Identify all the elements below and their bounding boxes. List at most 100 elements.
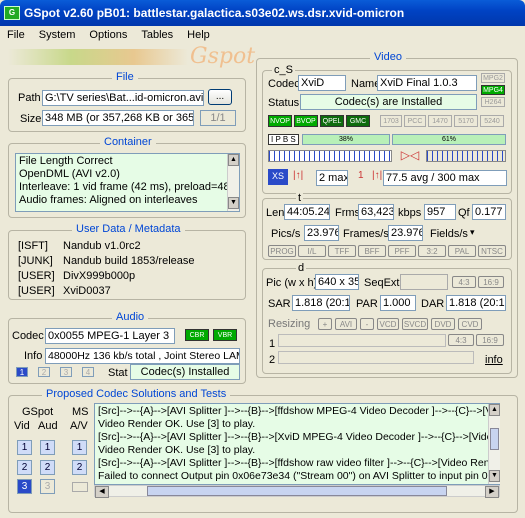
fields-spin-icon[interactable]: ▾ <box>470 227 475 238</box>
aud-test-3-button[interactable]: 3 <box>40 479 55 494</box>
list-item: Failed to connect Output pin 0x06e73e34 … <box>98 470 500 482</box>
ms-test-3-placeholder <box>72 482 88 492</box>
title-bar[interactable]: G GSpot v2.60 pB01: battlestar.galactica… <box>0 0 525 26</box>
aud-test-1-button[interactable]: 1 <box>40 440 55 455</box>
flag-1470: 1470 <box>428 115 452 127</box>
gop-slider-icon[interactable]: ▷◁ <box>396 148 424 164</box>
audio-stream-tab-2[interactable]: 2 <box>38 367 50 377</box>
audio-stream-tab-1[interactable]: 1 <box>16 367 28 377</box>
menu-tables[interactable]: Tables <box>134 29 180 41</box>
audio-info-label: Info <box>24 350 43 362</box>
flag-5240: 5240 <box>480 115 504 127</box>
gop-ticks <box>268 150 392 162</box>
frames-label: Frames/s <box>343 228 389 240</box>
resize-row-1-field <box>278 334 446 347</box>
hscroll-thumb[interactable] <box>147 486 447 496</box>
mode-pff-button[interactable]: PFF <box>388 245 416 257</box>
resize-svcd-button[interactable]: SVCD <box>402 318 428 330</box>
av-column-label: A/V <box>70 420 88 432</box>
sar-label: SAR <box>268 298 291 310</box>
container-list[interactable]: File Length Correct OpenDML (AVI v2.0) I… <box>15 153 240 212</box>
bitrate-field: 77.5 avg / 300 max <box>383 170 507 186</box>
dar-field: 1.818 (20:1 <box>446 295 506 311</box>
mode-pal-button[interactable]: PAL <box>448 245 476 257</box>
scroll-up-icon[interactable]: ▲ <box>228 154 239 166</box>
ms-test-2-button[interactable]: 2 <box>72 460 87 475</box>
mpg2-badge: MPG2 <box>481 73 505 83</box>
resize-vcd-button[interactable]: VCD <box>377 318 399 330</box>
audio-stream-tab-4[interactable]: 4 <box>82 367 94 377</box>
info-link[interactable]: info <box>485 354 503 366</box>
resize-dvd-button[interactable]: DVD <box>431 318 455 330</box>
scroll-left-icon[interactable]: ◀ <box>95 486 109 498</box>
browse-button[interactable]: ... <box>208 89 232 105</box>
vid-test-1-button[interactable]: 1 <box>17 440 32 455</box>
video-name-field: XviD Final 1.0.3 <box>377 75 477 91</box>
tests-hscrollbar[interactable]: ◀ ▶ <box>94 485 500 498</box>
scroll-thumb[interactable] <box>490 428 499 450</box>
mode-prog-button[interactable]: PROG <box>268 245 296 257</box>
resize-avi-button[interactable]: AVI <box>335 318 357 330</box>
qf-field: 0.177 <box>472 204 506 220</box>
video-status-field: Codec(s) are Installed <box>300 94 477 110</box>
d-label: d <box>296 262 307 274</box>
list-item: [Src]-->--{A}-->[AVI Splitter ]-->--{B}-… <box>98 431 500 443</box>
userdata-value: Nandub v1.0rc2 <box>63 240 141 252</box>
pframe-bar-fill: 61% <box>393 135 505 144</box>
qf-label: Qf <box>458 207 470 219</box>
resize-cvd-button[interactable]: CVD <box>458 318 482 330</box>
userdata-key: [ISFT] <box>18 240 48 252</box>
path-field[interactable]: G:\TV series\Bat...id-omicron.avi <box>42 90 204 106</box>
list-item: Video Render OK. Use [3] to play. <box>98 418 256 430</box>
packed-icon: 1 <box>358 170 364 181</box>
aud-test-2-button[interactable]: 2 <box>40 460 55 475</box>
vid-column-label: Vid <box>14 420 30 432</box>
file-group-title: File <box>112 71 138 83</box>
bframe-bar-fill: 38% <box>303 135 389 144</box>
vid-test-2-button[interactable]: 2 <box>17 460 32 475</box>
bframes-max-field: 2 max <box>316 170 348 186</box>
mode-ntsc-button[interactable]: NTSC <box>478 245 506 257</box>
video-codec-field: XviD <box>298 75 346 91</box>
menu-system[interactable]: System <box>32 29 83 41</box>
ratio-43-button[interactable]: 4:3 <box>452 276 476 288</box>
userdata-key: [USER] <box>18 285 55 297</box>
scroll-up-icon[interactable]: ▲ <box>489 404 500 416</box>
tests-group-title: Proposed Codec Solutions and Tests <box>42 388 231 400</box>
resize-169-button[interactable]: 16:9 <box>476 334 504 346</box>
resize-minus-button[interactable]: - <box>360 318 374 330</box>
gspot-column-label: GSpot <box>22 406 54 418</box>
resize-plus-button[interactable]: + <box>318 318 332 330</box>
video-group-title: Video <box>370 51 406 63</box>
list-item: Video Render OK. Use [3] to play. <box>98 444 256 456</box>
mode-bff-button[interactable]: BFF <box>358 245 386 257</box>
app-icon: G <box>4 6 20 20</box>
mode-il-button[interactable]: I/L <box>298 245 326 257</box>
tests-output-list[interactable]: [Src]-->--{A}-->[AVI Splitter ]-->--{B}-… <box>94 403 500 485</box>
audio-stream-tab-3[interactable]: 3 <box>60 367 72 377</box>
scroll-down-icon[interactable]: ▼ <box>228 197 239 209</box>
list-item: [Src]-->--{A}-->[AVI Splitter ]-->--{B}-… <box>98 405 500 417</box>
ms-test-1-button[interactable]: 1 <box>72 440 87 455</box>
mode-tff-button[interactable]: TFF <box>328 245 356 257</box>
mode-buttons: PROG I/L TFF BFF PFF 3:2 PAL NTSC <box>268 245 506 257</box>
menu-help[interactable]: Help <box>180 29 217 41</box>
menu-bar: File System Options Tables Help <box>0 26 525 44</box>
t-label: t <box>296 192 304 204</box>
mode-32-button[interactable]: 3:2 <box>418 245 446 257</box>
scroll-down-icon[interactable]: ▼ <box>489 470 500 482</box>
pic-label: Pic (w x h) <box>266 277 318 289</box>
menu-file[interactable]: File <box>0 29 32 41</box>
list-item: Interleave: 1 vid frame (42 ms), preload… <box>19 181 236 193</box>
ratio-169-button[interactable]: 16:9 <box>478 276 504 288</box>
resize-43-button[interactable]: 4:3 <box>448 334 474 346</box>
tests-scrollbar[interactable]: ▲ ▼ <box>488 404 500 484</box>
container-scrollbar[interactable]: ▲ ▼ <box>227 154 239 211</box>
menu-options[interactable]: Options <box>82 29 134 41</box>
vid-test-3-button[interactable]: 3 <box>17 479 32 494</box>
list-item: OpenDML (AVI v2.0) <box>19 168 120 180</box>
seqext-label: SeqExt <box>364 277 400 289</box>
video-status-label: Status <box>268 97 300 109</box>
scroll-right-icon[interactable]: ▶ <box>485 486 499 498</box>
ms-column-label: MS <box>72 406 89 418</box>
